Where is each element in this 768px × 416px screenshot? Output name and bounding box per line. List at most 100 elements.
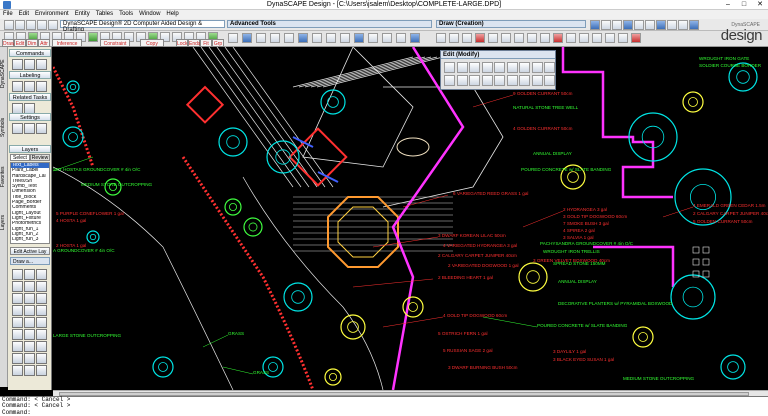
minimize-button[interactable]: –	[720, 0, 736, 10]
draw-tool-button[interactable]	[24, 329, 35, 340]
draw-tool-button[interactable]	[475, 33, 485, 43]
draw-tool-button[interactable]	[36, 365, 47, 376]
advanced-tool-button[interactable]	[382, 33, 392, 43]
toolbar-button[interactable]	[48, 20, 58, 30]
landscape-plan[interactable]: 9 GOLDEN CURRANT 50cm 4 GOLDEN CURRANT 50…	[53, 47, 768, 390]
toolbar-button[interactable]	[645, 20, 655, 30]
draw-tool-button[interactable]	[579, 33, 589, 43]
menu-entity[interactable]: Entity	[72, 10, 93, 19]
tab-select[interactable]: Select	[10, 154, 30, 161]
modify-tool-button[interactable]	[444, 75, 455, 86]
layers-list[interactable]: Text_Labels Plant_Label Hardscape_Lal Trees…	[10, 162, 50, 244]
modify-tool-button[interactable]	[481, 75, 493, 86]
modify-tool-button[interactable]	[469, 62, 480, 73]
draw-tool-button[interactable]	[12, 293, 23, 304]
toolbar-button[interactable]	[590, 20, 600, 30]
cmd-button-fit[interactable]: Fit	[200, 39, 212, 47]
draw-tool-button[interactable]	[24, 305, 35, 316]
draw-tool-button[interactable]	[631, 33, 641, 43]
draw-tool-button[interactable]	[36, 281, 47, 292]
menu-edit[interactable]: Edit	[16, 10, 32, 19]
close-button[interactable]: ✕	[752, 0, 768, 10]
draw-tool-button[interactable]	[36, 353, 47, 364]
drawing-canvas[interactable]: 9 GOLDEN CURRANT 50cm 4 GOLDEN CURRANT 50…	[53, 47, 768, 390]
cmd-button-grp[interactable]: Grp	[212, 39, 224, 47]
layers-header[interactable]: Layers	[9, 145, 51, 153]
advanced-tool-button[interactable]	[354, 33, 364, 43]
draw-tool-button[interactable]	[12, 305, 23, 316]
draw-tool-button[interactable]	[449, 33, 459, 43]
advanced-tool-button[interactable]	[284, 33, 294, 43]
layer-item[interactable]: Light_run_3	[11, 237, 49, 242]
advanced-tool-button[interactable]	[326, 33, 336, 43]
toolbar-button[interactable]	[656, 20, 666, 30]
command-prompt[interactable]: Command:	[0, 409, 768, 416]
advanced-tool-button[interactable]	[270, 33, 280, 43]
advanced-tool-button[interactable]	[340, 33, 350, 43]
draw-tool-button[interactable]	[24, 353, 35, 364]
modify-tool-button[interactable]	[506, 62, 518, 73]
edit-active-layer-button[interactable]: Edit Active Lay	[10, 247, 50, 255]
advanced-tool-button[interactable]	[298, 33, 308, 43]
draw-tool-button[interactable]	[36, 305, 47, 316]
draw-tool-button[interactable]	[12, 353, 23, 364]
draw-tool-button[interactable]	[553, 33, 563, 43]
toolbar-button[interactable]	[612, 20, 622, 30]
modify-tool-button[interactable]	[506, 75, 518, 86]
tool-button[interactable]	[36, 123, 47, 134]
draw-tool-button[interactable]	[605, 33, 615, 43]
toolbar-button[interactable]	[15, 20, 25, 30]
settings-header[interactable]: Settings	[9, 113, 51, 121]
command-line-area[interactable]: Command: < Cancel > Command: < Cancel > …	[0, 396, 768, 416]
modify-tool-button[interactable]	[481, 62, 493, 73]
sidetab-layers[interactable]: Layers	[0, 207, 8, 237]
sidetab-dynascape[interactable]: DynaSCAPE	[0, 49, 8, 99]
related-tasks-header[interactable]: Related Tasks	[9, 93, 51, 101]
toolbar-button[interactable]	[26, 20, 36, 30]
tool-button[interactable]	[36, 59, 47, 70]
tool-button[interactable]	[12, 59, 23, 70]
sidetab-favorites[interactable]: Favorites	[0, 157, 8, 197]
draw-tool-button[interactable]	[12, 281, 23, 292]
menu-environment[interactable]: Environment	[32, 10, 72, 19]
toolbar-button[interactable]	[678, 20, 688, 30]
modify-tool-button[interactable]	[469, 75, 480, 86]
draw-tool-button[interactable]	[540, 33, 550, 43]
modify-tool-button[interactable]	[531, 75, 543, 86]
draw-tool-button[interactable]	[12, 365, 23, 376]
modify-tool-button[interactable]	[531, 62, 543, 73]
draw-tool-button[interactable]	[462, 33, 472, 43]
draw-tool-button[interactable]	[24, 281, 35, 292]
tool-button[interactable]	[12, 81, 23, 92]
menu-help[interactable]: Help	[163, 10, 181, 19]
modify-tool-button[interactable]	[519, 62, 530, 73]
tool-button[interactable]	[24, 123, 35, 134]
draw-tool-button[interactable]	[12, 341, 23, 352]
modify-tool-button[interactable]	[456, 75, 468, 86]
cmd-button-inference[interactable]: Inference	[52, 39, 82, 47]
draw-tool-button[interactable]	[24, 317, 35, 328]
draw-tool-button[interactable]	[488, 33, 498, 43]
modify-tool-button[interactable]	[494, 62, 505, 73]
toolbar-button[interactable]	[623, 20, 633, 30]
draw-tool-button[interactable]	[36, 269, 47, 280]
draw-tool-button[interactable]	[36, 341, 47, 352]
toolbar-button[interactable]	[37, 20, 47, 30]
draw-tool-button[interactable]	[36, 317, 47, 328]
advanced-tool-button[interactable]	[368, 33, 378, 43]
advanced-tool-button[interactable]	[242, 33, 252, 43]
toolbar-button[interactable]	[634, 20, 644, 30]
cmd-button-copy[interactable]: Copy	[140, 39, 164, 47]
modify-tool-button[interactable]	[494, 75, 505, 86]
tool-button[interactable]	[24, 59, 35, 70]
toolbar-button[interactable]	[4, 20, 14, 30]
toolbar-button[interactable]	[601, 20, 611, 30]
draw-tool-button[interactable]	[592, 33, 602, 43]
cmd-button-edit[interactable]: Edit	[14, 39, 26, 47]
draw-tool-button[interactable]	[24, 341, 35, 352]
draw-tool-button[interactable]	[12, 329, 23, 340]
draw-tool-button[interactable]	[436, 33, 446, 43]
labeling-header[interactable]: Labeling	[9, 71, 51, 79]
cmd-button-lock[interactable]: Lock	[176, 39, 188, 47]
menu-window[interactable]: Window	[136, 10, 163, 19]
